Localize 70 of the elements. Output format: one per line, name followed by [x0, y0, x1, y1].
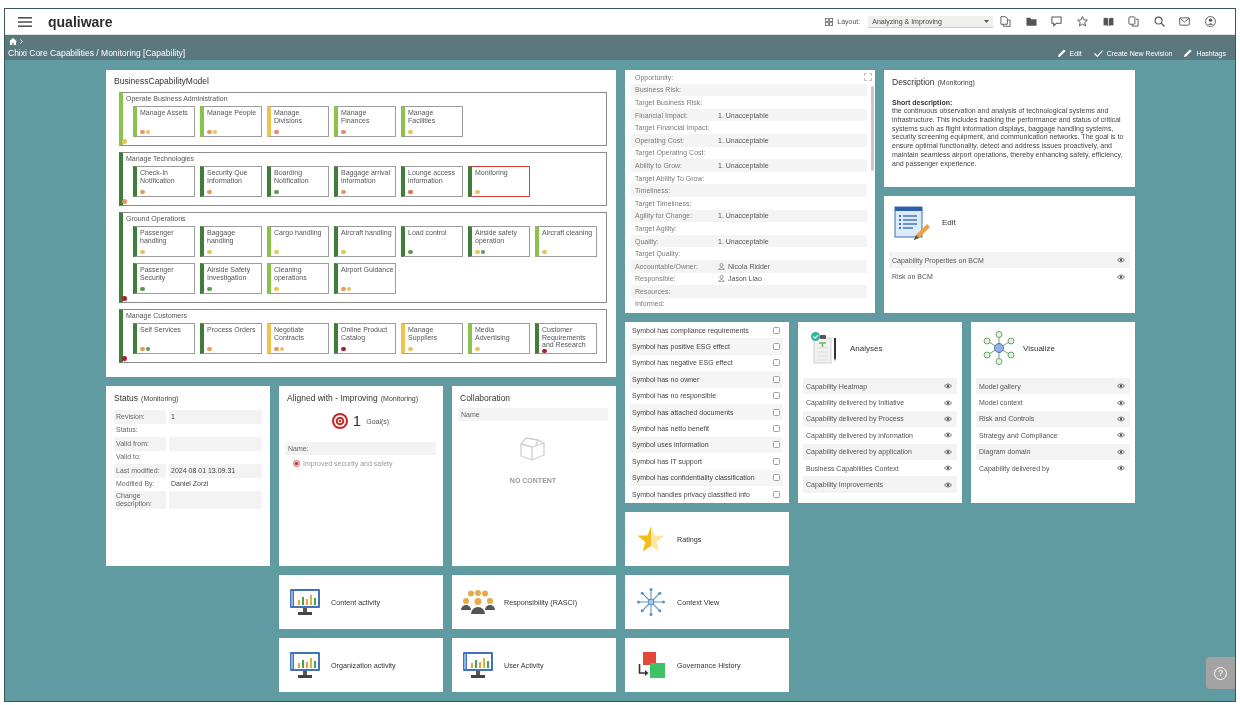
copy-icon[interactable]	[1128, 16, 1140, 27]
logo[interactable]: qualiware	[48, 13, 113, 30]
chevron-icon	[20, 38, 23, 44]
check-icon	[1093, 49, 1103, 57]
checkbox[interactable]	[773, 441, 780, 449]
panel-title: Edit	[942, 218, 956, 227]
eye-icon[interactable]	[1117, 448, 1125, 455]
checkbox[interactable]	[773, 457, 780, 465]
eye-icon[interactable]	[1117, 415, 1125, 422]
checkbox[interactable]	[773, 392, 780, 400]
menu-icon[interactable]	[18, 16, 32, 27]
squares-arrow-icon	[637, 652, 665, 678]
eye-icon[interactable]	[1117, 465, 1125, 472]
eye-icon[interactable]	[1117, 399, 1125, 406]
document-edit-icon	[894, 204, 930, 241]
folder-icon[interactable]	[1025, 16, 1037, 27]
clipboard-check-icon	[811, 332, 839, 364]
book-icon[interactable]	[1102, 16, 1114, 27]
eye-icon[interactable]	[1117, 383, 1125, 390]
checkbox[interactable]	[773, 425, 780, 433]
caret-icon	[984, 19, 990, 23]
panel-title: Visualize	[1023, 343, 1055, 353]
diagram-title: BusinessCapabilityModel	[114, 76, 209, 86]
panel-title: Status	[114, 393, 139, 403]
eye-icon[interactable]	[944, 415, 952, 422]
mail-icon[interactable]	[1179, 16, 1191, 27]
hub-icon	[636, 588, 666, 616]
box-icon	[520, 437, 546, 461]
eye-icon[interactable]	[1117, 273, 1125, 280]
pencil-icon	[1184, 49, 1193, 57]
eye-icon[interactable]	[944, 465, 952, 472]
goal-count: 1	[352, 413, 362, 429]
person-icon	[718, 275, 725, 283]
people-group-icon	[461, 590, 495, 614]
eye-icon[interactable]	[944, 383, 952, 390]
documents-icon[interactable]	[1000, 16, 1012, 27]
checkbox[interactable]	[773, 474, 780, 482]
network-icon	[981, 331, 1017, 365]
monitor-chart-icon	[463, 652, 493, 678]
checkbox[interactable]	[773, 359, 780, 367]
panel-title: Description	[892, 77, 935, 87]
pencil-icon	[1057, 49, 1066, 57]
checkbox[interactable]	[773, 490, 780, 498]
person-icon	[718, 262, 725, 270]
eye-icon[interactable]	[944, 399, 952, 406]
search-icon[interactable]	[1153, 16, 1165, 27]
eye-icon[interactable]	[944, 448, 952, 455]
page-title: Chixi Core Capabilities / Monitoring [Capability]	[8, 48, 186, 58]
star-icon	[637, 526, 665, 552]
checkbox[interactable]	[773, 343, 780, 351]
target-icon	[331, 413, 348, 429]
monitor-chart-icon	[290, 652, 320, 678]
home-icon[interactable]	[9, 37, 17, 45]
eye-icon[interactable]	[944, 432, 952, 439]
checkbox[interactable]	[773, 326, 780, 334]
panel-title: Analyses	[850, 343, 883, 353]
user-icon[interactable]	[1205, 16, 1216, 27]
eye-icon[interactable]	[1117, 432, 1125, 439]
comment-icon[interactable]	[1051, 16, 1063, 27]
panel-title: Aligned with - Improving	[287, 393, 378, 403]
checkbox[interactable]	[773, 408, 780, 416]
eye-icon[interactable]	[944, 481, 952, 488]
panel-title: Collaboration	[460, 393, 511, 403]
checkbox[interactable]	[773, 375, 780, 383]
scrollbar-thumb[interactable]	[871, 86, 874, 171]
radio-dot-icon	[293, 460, 300, 467]
grid-icon	[825, 17, 834, 26]
monitor-chart-icon	[290, 589, 320, 615]
eye-icon[interactable]	[1117, 257, 1125, 264]
star-icon[interactable]	[1077, 16, 1089, 27]
